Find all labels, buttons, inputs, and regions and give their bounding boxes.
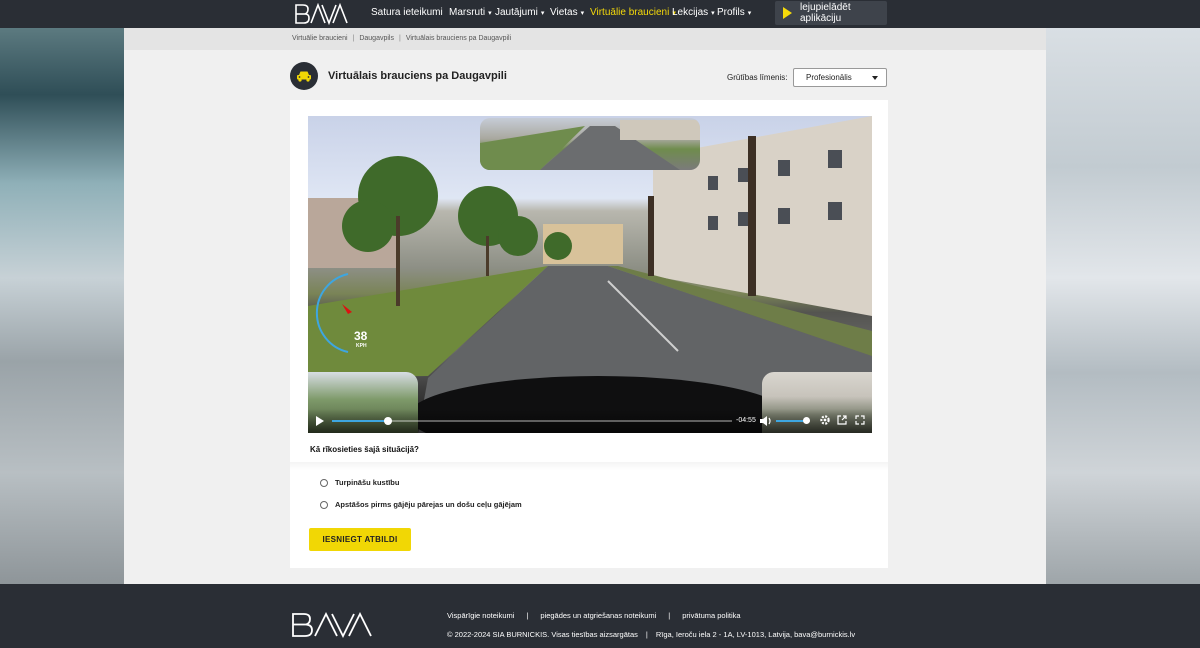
chevron-down-icon: ▾	[747, 10, 752, 17]
nav-item-vietas[interactable]: Vietas ▾	[550, 7, 584, 18]
volume-fill	[776, 420, 807, 422]
footer-separator: |	[526, 611, 529, 620]
submit-answer-button[interactable]: IESNIEGT ATBILDI	[309, 528, 411, 551]
quiz-card: 38 KPH -04:55 Kā rīkosieties šajā situāc…	[290, 100, 888, 568]
bava-logo[interactable]	[291, 612, 383, 638]
breadcrumb-item[interactable]: Virtuālie braucieni	[292, 35, 348, 42]
footer-link-privacy[interactable]: privātuma politika	[682, 611, 740, 620]
footer-link-terms[interactable]: Vispārīgie noteikumi	[447, 611, 514, 620]
speedometer-gauge	[315, 273, 352, 353]
settings-icon[interactable]	[820, 415, 830, 425]
footer-link-delivery[interactable]: piegādes un atgriešanas noteikumi	[540, 611, 656, 620]
breadcrumb-bar: Virtuālie braucieni | Daugavpils | Virtuālai…	[124, 28, 1046, 50]
chevron-down-icon: ▾	[488, 10, 492, 17]
nav-item-lekcijas[interactable]: Lekcijas ▾	[672, 7, 715, 18]
breadcrumb-item[interactable]: Daugavpils	[359, 35, 394, 42]
volume-slider[interactable]	[776, 417, 811, 424]
difficulty-select-value: Profesionālis	[806, 73, 852, 82]
breadcrumb-item-current: Virtuālais brauciens pa Daugavpili	[405, 35, 512, 42]
answer-option[interactable]: Turpināšu kustību	[320, 478, 399, 487]
video-time-remaining: -04:55	[736, 417, 756, 424]
chevron-down-icon: ▾	[540, 10, 545, 17]
difficulty-label: Grūtības līmenis:	[727, 73, 788, 82]
video-controls: -04:55	[308, 409, 872, 433]
video-progress-handle[interactable]	[384, 417, 392, 425]
background-right	[1046, 28, 1200, 584]
radio-button[interactable]	[320, 500, 328, 509]
breadcrumb-separator: |	[398, 35, 401, 42]
breadcrumb: Virtuālie braucieni | Daugavpils | Virtuālai…	[292, 35, 511, 42]
top-navbar: Satura ieteikumi Marsruti ▾ Jautājumi ▾ Vi…	[0, 0, 1200, 28]
download-app-label: lejupielādēt aplikāciju	[800, 2, 851, 24]
nav-item-marsruti[interactable]: Marsruti ▾	[449, 7, 492, 18]
address-text: Rīga, Ieroču iela 2 - 1A, LV-1013, Latvi…	[655, 630, 856, 639]
difficulty-select[interactable]: Profesionālis	[793, 68, 887, 87]
popout-icon[interactable]	[837, 415, 847, 425]
nav-item-virtualie-braucieni[interactable]: Virtuālie braucieni ▾	[590, 7, 676, 18]
radio-button[interactable]	[320, 478, 328, 487]
footer-separator: |	[668, 611, 671, 620]
download-app-button[interactable]: lejupielādēt aplikāciju	[775, 1, 887, 25]
rear-view-mirror	[480, 118, 700, 170]
chevron-down-icon: ▾	[711, 10, 715, 17]
answer-option-label: Apstāšos pirms gājēju pārejas un došu ce…	[335, 500, 522, 509]
video-player[interactable]: 38 KPH -04:55	[308, 116, 872, 433]
divider	[290, 462, 888, 470]
nav-item-profils[interactable]: Profils ▾	[717, 7, 751, 18]
footer: Vispārīgie noteikumi | piegādes un atgrieš…	[0, 584, 1200, 648]
copyright-text: © 2022-2024 SIA BURNICKIS. Visas tiesība…	[447, 630, 638, 639]
main-container: Virtuālie braucieni | Daugavpils | Virtuālai…	[124, 28, 1046, 584]
breadcrumb-separator: |	[352, 35, 355, 42]
car-icon	[290, 62, 318, 90]
speed-unit: KPH	[356, 343, 367, 349]
chevron-down-icon	[872, 76, 878, 80]
speed-readout: 38	[354, 329, 368, 343]
video-progress-fill	[332, 420, 388, 422]
google-play-icon	[783, 7, 792, 19]
chevron-down-icon: ▾	[580, 10, 585, 17]
nav-item-jautajumi[interactable]: Jautājumi ▾	[495, 7, 544, 18]
footer-copyright: © 2022-2024 SIA BURNICKIS. Visas tiesība…	[447, 630, 855, 639]
bava-logo[interactable]	[294, 3, 350, 25]
volume-handle[interactable]	[803, 417, 811, 424]
play-icon[interactable]	[316, 416, 324, 426]
answer-option-label: Turpināšu kustību	[335, 478, 400, 487]
answer-option[interactable]: Apstāšos pirms gājēju pārejas un došu ce…	[320, 500, 522, 509]
fullscreen-icon[interactable]	[855, 415, 865, 425]
video-progress-bar[interactable]	[332, 417, 732, 425]
nav-item-satura-ieteikumi[interactable]: Satura ieteikumi	[371, 7, 443, 18]
background-left	[0, 28, 124, 584]
footer-separator: |	[645, 630, 648, 639]
page-title: Virtuālais brauciens pa Daugavpili	[328, 70, 507, 82]
quiz-question: Kā rīkosieties šajā situācijā?	[310, 445, 419, 454]
footer-links: Vispārīgie noteikumi | piegādes un atgrieš…	[447, 611, 741, 620]
volume-icon[interactable]	[760, 416, 772, 426]
